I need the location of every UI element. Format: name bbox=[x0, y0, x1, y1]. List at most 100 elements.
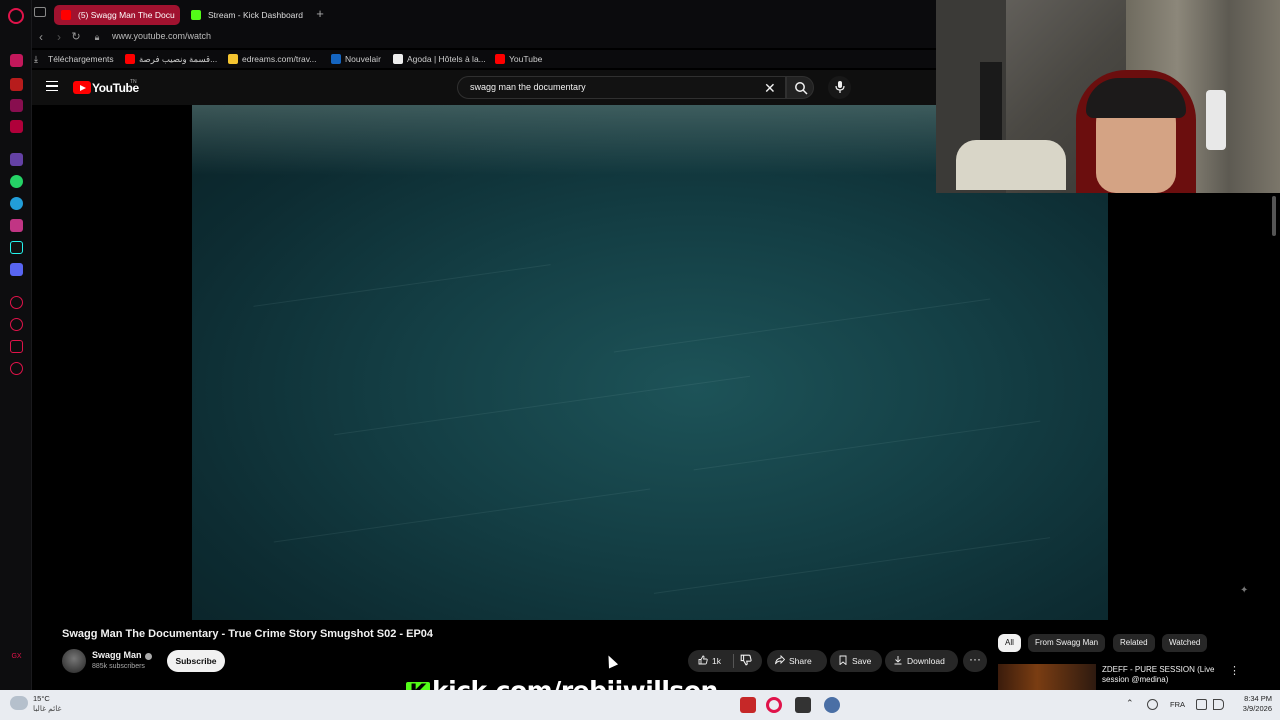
chip-related[interactable]: Related bbox=[1113, 634, 1155, 652]
back-icon[interactable]: ‹ bbox=[34, 30, 48, 44]
extensions-icon[interactable] bbox=[10, 340, 23, 353]
snapshot-icon[interactable] bbox=[10, 120, 23, 133]
whatsapp-icon[interactable] bbox=[10, 175, 23, 188]
network-icon[interactable] bbox=[1196, 699, 1207, 710]
menu-icon[interactable] bbox=[46, 81, 58, 91]
reload-icon[interactable]: ↻ bbox=[69, 30, 83, 44]
chip-from-channel[interactable]: From Swagg Man bbox=[1028, 634, 1106, 652]
voice-search-button[interactable] bbox=[828, 76, 851, 99]
bookmark-edreams[interactable]: edreams.com/trav... bbox=[228, 52, 316, 66]
tab-youtube[interactable]: (5) Swagg Man The Docu bbox=[54, 5, 180, 25]
bookmark-label: قسمة ونصيب فرصة... bbox=[139, 54, 218, 64]
kick-icon bbox=[191, 10, 201, 20]
gx-icon[interactable]: GX bbox=[10, 650, 23, 663]
water-ripple bbox=[333, 375, 751, 436]
download-label: Download bbox=[907, 656, 945, 666]
channel-avatar[interactable] bbox=[62, 649, 86, 673]
aria-icon[interactable] bbox=[10, 54, 23, 67]
like-count: 1k bbox=[712, 656, 721, 666]
bookmark-nouvelair[interactable]: Nouvelair bbox=[331, 52, 381, 66]
bookmark-label: YouTube bbox=[509, 54, 543, 64]
youtube-icon bbox=[125, 54, 135, 64]
settings-icon[interactable] bbox=[10, 362, 23, 375]
volume-icon[interactable] bbox=[1213, 699, 1224, 710]
lock-icon[interactable]: 🔒︎ bbox=[90, 30, 104, 44]
search-input[interactable]: swagg man the documentary bbox=[470, 82, 586, 92]
streamer-hair bbox=[1086, 78, 1186, 118]
player-icon[interactable] bbox=[10, 99, 23, 112]
windows-taskbar: 15°C غائم غالبا ⌃ FRA 8:34 PM 3/9/2026 bbox=[0, 690, 1280, 720]
new-tab-button[interactable]: + bbox=[312, 6, 328, 22]
search-button[interactable] bbox=[786, 76, 814, 99]
download-button[interactable]: Download bbox=[885, 650, 958, 672]
address-bar: ‹ › ↻ 🔒︎ www.youtube.com/watch bbox=[32, 28, 936, 48]
instagram-icon[interactable] bbox=[10, 219, 23, 232]
microphone-icon[interactable] bbox=[1147, 699, 1158, 710]
thumbs-down-icon[interactable] bbox=[740, 654, 752, 666]
chip-all[interactable]: All bbox=[998, 634, 1021, 652]
chevron-up-icon[interactable]: ⌃ bbox=[1126, 698, 1134, 709]
youtube-icon bbox=[61, 10, 71, 20]
save-label: Save bbox=[852, 656, 872, 666]
channel-watermark-icon[interactable]: ✦ bbox=[1240, 585, 1260, 599]
discord-icon[interactable] bbox=[10, 263, 23, 276]
clear-search-icon[interactable]: ✕ bbox=[764, 79, 776, 97]
water-ripple bbox=[693, 420, 1041, 471]
mouse-cursor bbox=[603, 653, 619, 669]
twitch-icon[interactable] bbox=[10, 153, 23, 166]
bookmark-youtube[interactable]: YouTube bbox=[495, 52, 542, 66]
agoda-icon bbox=[393, 54, 403, 64]
bookmark-label: Téléchargements bbox=[48, 54, 114, 64]
video-title: Swagg Man The Documentary - True Crime S… bbox=[62, 628, 434, 640]
download-icon: ⤓ bbox=[34, 54, 38, 64]
app-icon[interactable] bbox=[740, 697, 756, 713]
speed-dial-icon[interactable] bbox=[10, 296, 23, 309]
edreams-icon bbox=[228, 54, 238, 64]
recommendation-title[interactable]: ZDEFF - PURE SESSION (Live session @medi… bbox=[1102, 665, 1227, 685]
water-ripple bbox=[613, 298, 991, 353]
thumbs-up-icon bbox=[698, 655, 708, 665]
subscribe-button[interactable]: Subscribe bbox=[167, 650, 225, 672]
water-ripple bbox=[253, 264, 551, 307]
tab-kick-dashboard[interactable]: Stream - Kick Dashboard bbox=[184, 5, 304, 25]
opera-logo-icon[interactable] bbox=[8, 8, 24, 24]
shopping-icon[interactable] bbox=[10, 78, 23, 91]
app-icon[interactable] bbox=[795, 697, 811, 713]
weather-temperature[interactable]: 15°C bbox=[33, 694, 50, 703]
opera-gx-icon[interactable] bbox=[766, 697, 782, 713]
weather-description[interactable]: غائم غالبا bbox=[33, 704, 61, 713]
search-box[interactable]: swagg man the documentary ✕ bbox=[457, 76, 786, 99]
clock-time[interactable]: 8:34 PM bbox=[1234, 694, 1272, 703]
tiktok-icon[interactable] bbox=[10, 241, 23, 254]
bookmark-agoda[interactable]: Agoda | Hôtels à la... bbox=[393, 52, 486, 66]
bookmark-qisma[interactable]: قسمة ونصيب فرصة... bbox=[125, 52, 217, 66]
tab-menu-icon[interactable] bbox=[34, 7, 46, 17]
language-indicator[interactable]: FRA bbox=[1170, 700, 1185, 709]
page-scrollbar[interactable] bbox=[1272, 196, 1276, 236]
gear-icon[interactable] bbox=[824, 697, 840, 713]
history-icon[interactable] bbox=[10, 318, 23, 331]
bookmark-label: Nouvelair bbox=[345, 54, 381, 64]
subscriber-count: 885k subscribers bbox=[92, 663, 145, 670]
clock-date[interactable]: 3/9/2026 bbox=[1226, 704, 1272, 713]
recommendation-thumbnail[interactable] bbox=[998, 664, 1096, 690]
country-code: TN bbox=[130, 79, 137, 85]
channel-name[interactable]: Swagg Man bbox=[92, 650, 142, 660]
browser-sidebar: GX bbox=[0, 0, 32, 690]
more-actions-button[interactable]: ··· bbox=[963, 650, 987, 672]
cloud-icon[interactable] bbox=[10, 696, 28, 710]
microphone bbox=[1206, 90, 1226, 150]
forward-icon[interactable]: › bbox=[52, 30, 66, 44]
youtube-logo-icon[interactable] bbox=[73, 81, 91, 94]
url-field[interactable]: www.youtube.com/watch bbox=[112, 31, 211, 41]
recommendation-more-icon[interactable]: ⋮ bbox=[1229, 664, 1240, 677]
youtube-header: YouTube TN swagg man the documentary ✕ bbox=[32, 70, 936, 105]
bookmark-label: Agoda | Hôtels à la... bbox=[407, 54, 486, 64]
share-button[interactable]: Share bbox=[767, 650, 827, 672]
telegram-icon[interactable] bbox=[10, 197, 23, 210]
share-label: Share bbox=[789, 656, 812, 666]
chip-watched[interactable]: Watched bbox=[1162, 634, 1208, 652]
bookmark-downloads[interactable]: ⤓ Téléchargements bbox=[34, 52, 114, 66]
save-button[interactable]: Save bbox=[830, 650, 882, 672]
verified-icon bbox=[145, 653, 152, 660]
